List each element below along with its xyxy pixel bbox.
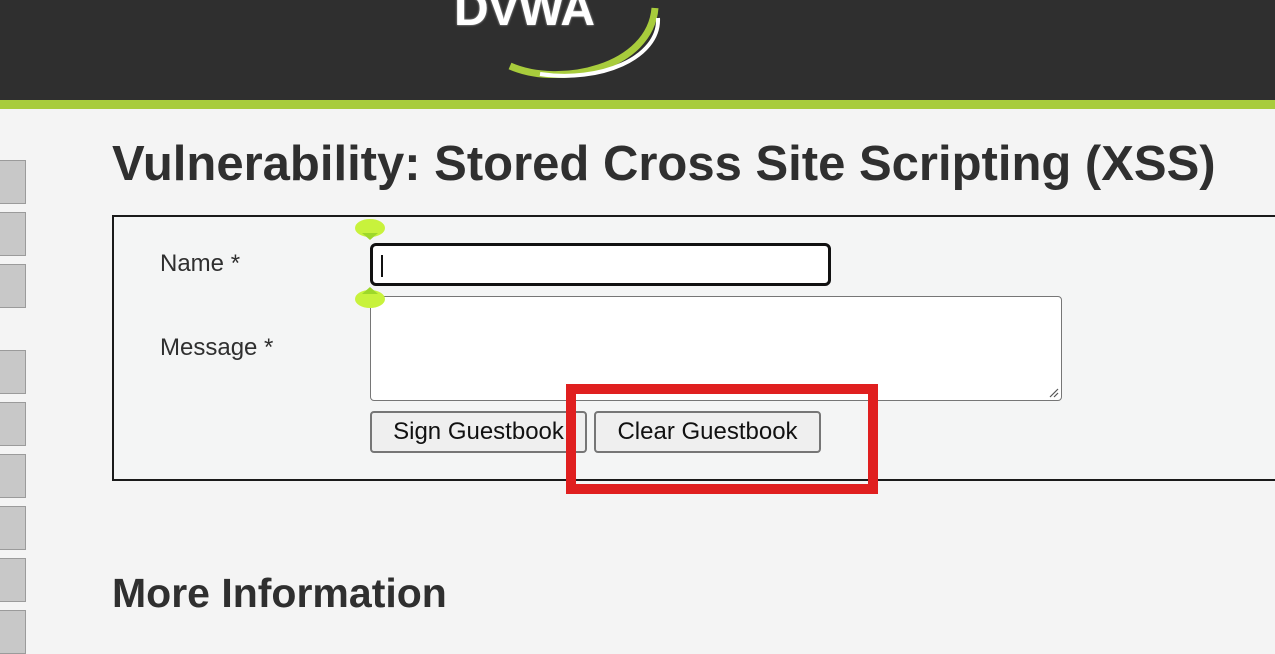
marker-pin-icon bbox=[355, 219, 385, 240]
sidebar-tab[interactable] bbox=[0, 264, 26, 308]
site-header: DVWA bbox=[0, 0, 1275, 100]
sidebar-tab[interactable] bbox=[0, 610, 26, 654]
text-caret bbox=[381, 255, 383, 277]
more-information-heading: More Information bbox=[112, 570, 447, 616]
page-title: Vulnerability: Stored Cross Site Scripti… bbox=[112, 137, 1216, 191]
sidebar-tab[interactable] bbox=[0, 212, 26, 256]
logo-text: DVWA bbox=[454, 0, 595, 36]
message-textarea[interactable] bbox=[370, 296, 1062, 401]
name-input[interactable] bbox=[370, 243, 831, 286]
sidebar-tab[interactable] bbox=[0, 454, 26, 498]
dvwa-logo[interactable]: DVWA bbox=[450, 0, 665, 78]
sidebar-tab[interactable] bbox=[0, 160, 26, 204]
marker-pin-icon bbox=[355, 287, 385, 308]
header-accent-stripe bbox=[0, 100, 1275, 109]
sign-guestbook-button[interactable]: Sign Guestbook bbox=[370, 411, 587, 453]
sidebar-tab[interactable] bbox=[0, 350, 26, 394]
resize-grip-icon[interactable] bbox=[1047, 386, 1059, 398]
sidebar-tab[interactable] bbox=[0, 558, 26, 602]
name-label: Name * bbox=[160, 250, 241, 277]
message-label: Message * bbox=[160, 334, 274, 361]
sidebar-tab[interactable] bbox=[0, 506, 26, 550]
clear-guestbook-button[interactable]: Clear Guestbook bbox=[594, 411, 821, 453]
sidebar-tab[interactable] bbox=[0, 402, 26, 446]
